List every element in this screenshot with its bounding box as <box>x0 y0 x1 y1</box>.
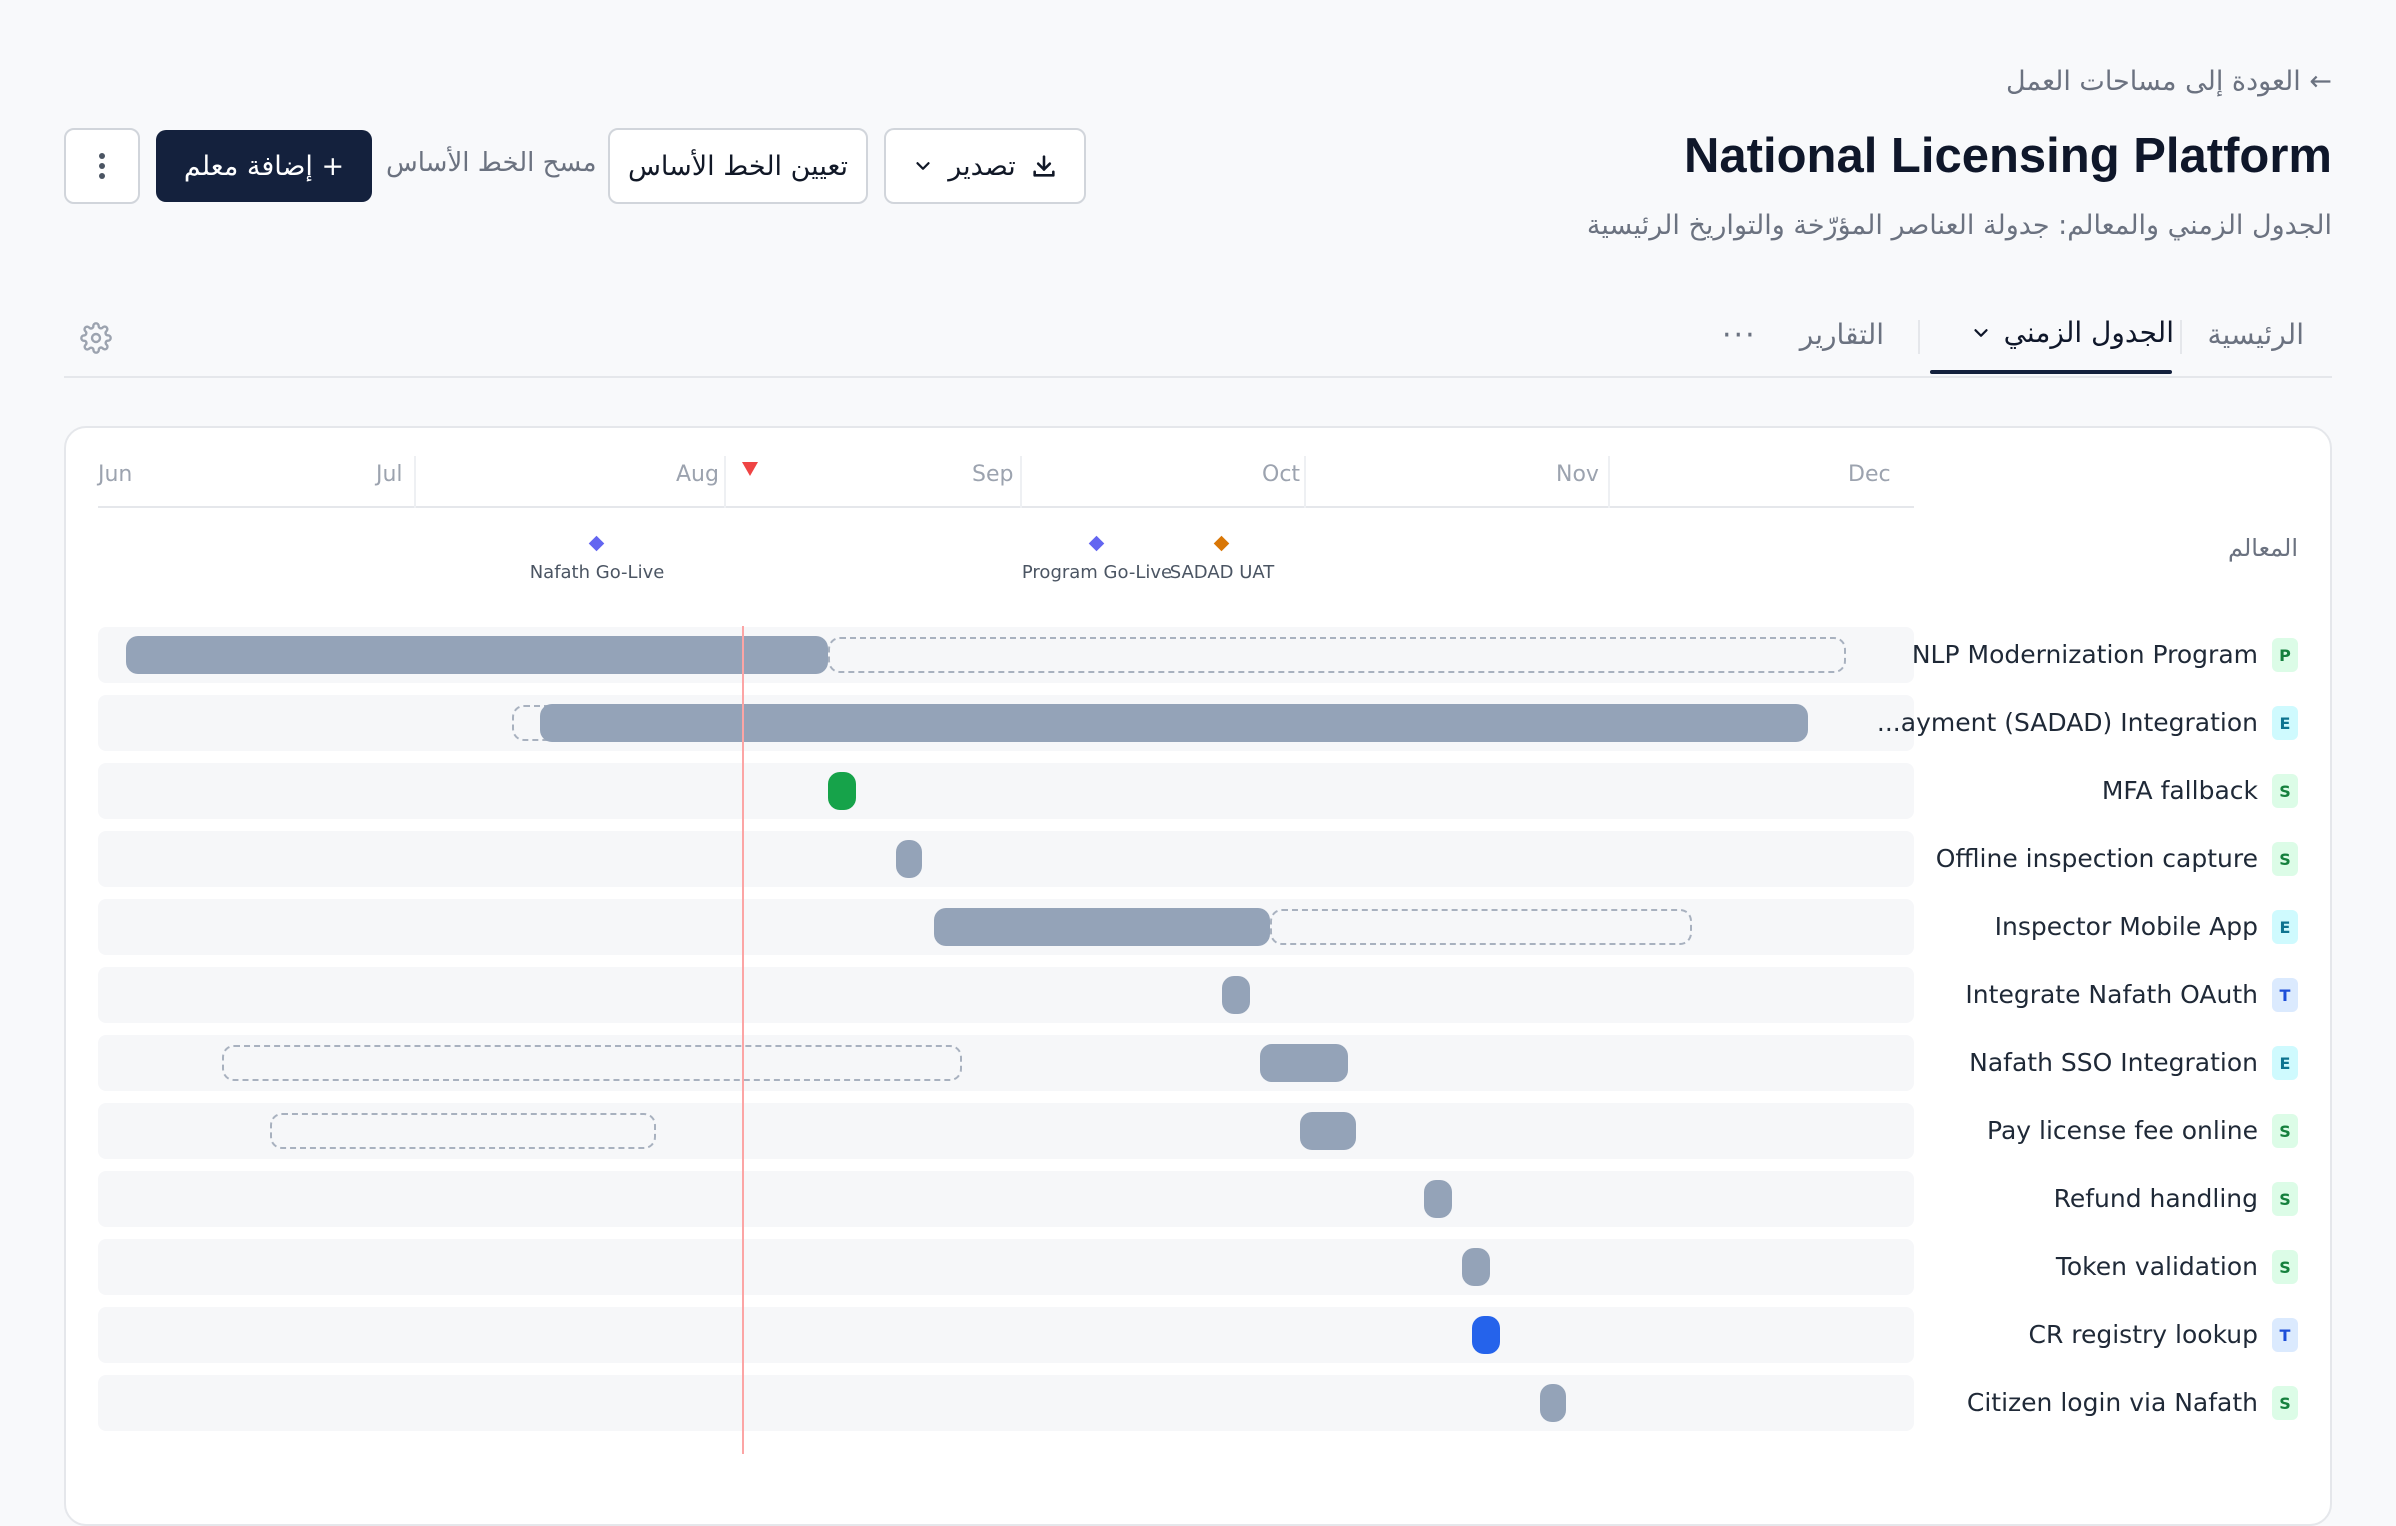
chevron-down-icon <box>1970 322 1992 344</box>
schedule-bar[interactable] <box>1472 1316 1500 1354</box>
row-name[interactable]: Integrate Nafath OAuth <box>1965 980 2258 1009</box>
timeline-row <box>98 1171 1914 1227</box>
month-gridline <box>414 456 416 508</box>
schedule-bar[interactable] <box>1222 976 1250 1014</box>
baseline-bar <box>1270 909 1692 945</box>
row-name[interactable]: Inspector Mobile App <box>1995 912 2258 941</box>
tab-home[interactable]: الرئيسية <box>2208 318 2304 351</box>
row-name[interactable]: Offline inspection capture <box>1936 844 2258 873</box>
row-name[interactable]: Token validation <box>2056 1252 2258 1281</box>
schedule-bar[interactable] <box>126 636 828 674</box>
more-actions-button[interactable] <box>64 128 140 204</box>
download-icon <box>1030 152 1058 180</box>
row-name[interactable]: Pay license fee online <box>1987 1116 2258 1145</box>
row-name[interactable]: Nafath SSO Integration <box>1969 1048 2258 1077</box>
timeline-row <box>98 763 1914 819</box>
tab-reports[interactable]: التقارير <box>1800 318 1884 351</box>
timeline-axis <box>98 506 1914 508</box>
schedule-bar[interactable] <box>1540 1384 1566 1422</box>
schedule-bar[interactable] <box>1462 1248 1490 1286</box>
baseline-bar <box>828 637 1846 673</box>
active-tab-indicator <box>1930 370 2172 374</box>
month-gridline <box>724 456 726 508</box>
row-name[interactable]: Refund handling <box>2054 1184 2258 1213</box>
tab-timeline[interactable]: الجدول الزمني <box>1970 316 2174 349</box>
tab-separator <box>2180 320 2182 354</box>
timeline-row <box>98 1239 1914 1295</box>
tabs-divider <box>64 376 2332 378</box>
clear-baseline-button[interactable]: مسح الخط الأساس <box>386 148 597 178</box>
type-badge: E <box>2272 910 2298 944</box>
baseline-bar <box>270 1113 656 1149</box>
gear-icon[interactable] <box>80 322 112 358</box>
month-label: Aug <box>676 462 719 487</box>
add-milestone-button[interactable]: + إضافة معلم <box>156 130 372 202</box>
milestones-label: المعالم <box>2227 534 2298 562</box>
type-badge: S <box>2272 1250 2298 1284</box>
set-baseline-button[interactable]: تعيين الخط الأساس <box>608 128 868 204</box>
month-label: Sep <box>972 462 1014 487</box>
type-badge: S <box>2272 1182 2298 1216</box>
milestone-label: SADAD UAT <box>1169 562 1275 583</box>
type-badge: P <box>2272 638 2298 672</box>
timeline-row <box>98 1307 1914 1363</box>
month-gridline <box>1304 456 1306 508</box>
export-button[interactable]: تصدير <box>884 128 1086 204</box>
month-gridline <box>1020 456 1022 508</box>
type-badge: E <box>2272 1046 2298 1080</box>
milestone-label: Nafath Go-Live <box>529 562 665 583</box>
schedule-bar[interactable] <box>828 772 856 810</box>
back-to-workspaces-link[interactable]: ← العودة إلى مساحات العمل <box>2006 66 2332 97</box>
export-label: تصدير <box>948 150 1016 182</box>
schedule-bar[interactable] <box>1424 1180 1452 1218</box>
type-badge: S <box>2272 774 2298 808</box>
page-title: National Licensing Platform <box>1684 129 2332 183</box>
month-label: Jun <box>98 462 133 487</box>
schedule-bar[interactable] <box>934 908 1270 946</box>
type-badge: S <box>2272 1386 2298 1420</box>
row-name[interactable]: ...ayment (SADAD) Integration <box>1877 708 2258 737</box>
month-label: Oct <box>1262 462 1301 487</box>
tabs-more-button[interactable]: ··· <box>1722 318 1757 353</box>
timeline-row <box>98 967 1914 1023</box>
row-name[interactable]: NLP Modernization Program <box>1912 640 2258 669</box>
row-name[interactable]: CR registry lookup <box>2028 1320 2258 1349</box>
type-badge: T <box>2272 978 2298 1012</box>
timeline-row <box>98 1375 1914 1431</box>
month-gridline <box>1608 456 1610 508</box>
month-label: Jul <box>376 462 403 487</box>
row-name[interactable]: Citizen login via Nafath <box>1967 1388 2258 1417</box>
today-marker <box>742 462 758 476</box>
type-badge: E <box>2272 706 2298 740</box>
month-label: Nov <box>1556 462 1599 487</box>
milestone-label: Program Go-Live <box>1021 562 1173 583</box>
baseline-bar <box>222 1045 962 1081</box>
today-line <box>742 626 744 1454</box>
schedule-bar[interactable] <box>1260 1044 1348 1082</box>
kebab-vertical-icon <box>98 152 106 180</box>
schedule-bar[interactable] <box>540 704 1808 742</box>
row-name[interactable]: MFA fallback <box>2102 776 2258 805</box>
type-badge: S <box>2272 1114 2298 1148</box>
schedule-bar[interactable] <box>1300 1112 1356 1150</box>
type-badge: T <box>2272 1318 2298 1352</box>
schedule-bar[interactable] <box>896 840 922 878</box>
chevron-down-icon <box>912 155 934 177</box>
month-label: Dec <box>1848 462 1891 487</box>
tab-timeline-label: الجدول الزمني <box>2003 316 2174 349</box>
timeline-row <box>98 831 1914 887</box>
page-subtitle: الجدول الزمني والمعالم: جدولة العناصر ال… <box>1586 210 2332 241</box>
type-badge: S <box>2272 842 2298 876</box>
tab-separator <box>1918 320 1920 354</box>
